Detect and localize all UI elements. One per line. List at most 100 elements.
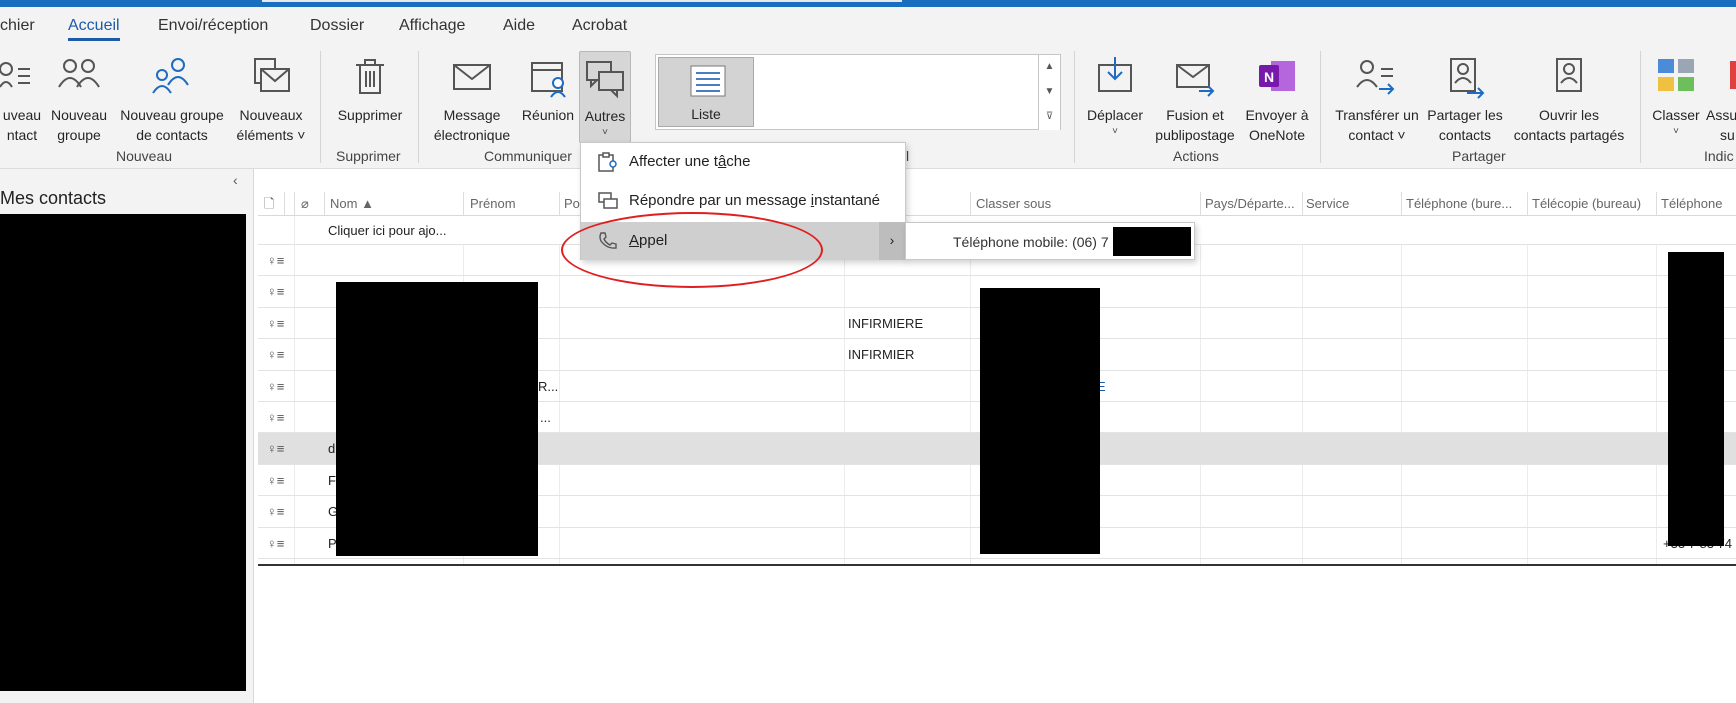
group-indicateurs-label: Indic (1704, 148, 1734, 164)
contact-icon: ♀≡ (267, 472, 285, 488)
column-telephone[interactable]: Téléphone (1661, 196, 1736, 211)
contact-icon: ♀≡ (267, 504, 285, 520)
mail-merge-button[interactable]: Fusion et publipostage (1150, 51, 1240, 147)
phone-icon (599, 232, 617, 249)
instant-message-icon (598, 192, 618, 209)
contact-icon: ♀≡ (267, 315, 285, 331)
new-group-button[interactable]: Nouveau groupe (48, 51, 110, 147)
open-shared-contacts-button[interactable]: Ouvrir les contacts partagés (1508, 51, 1630, 147)
follow-up-button[interactable]: Assu su (1706, 51, 1736, 147)
column-divider (559, 192, 560, 216)
submenu-mobile-phone[interactable]: Téléphone mobile: (06) 7 (953, 234, 1109, 250)
new-contact-button[interactable]: uveau ntact (0, 51, 44, 147)
open-shared-contacts-label-1: Ouvrir les (1539, 107, 1599, 123)
view-list-label: Liste (691, 106, 721, 122)
contact-icon: ♀≡ (267, 347, 285, 363)
column-divider (463, 192, 464, 216)
tab-accueil[interactable]: Accueil (68, 17, 120, 41)
column-prenom[interactable]: Prénom (470, 196, 550, 211)
gallery-scroll-down[interactable]: ▼ (1038, 80, 1060, 105)
folder-title[interactable]: Mes contacts (0, 188, 106, 209)
tab-fichier[interactable]: chier (0, 17, 35, 35)
contact-icon: ♀≡ (267, 284, 285, 300)
new-contact-group-button[interactable]: Nouveau groupe de contacts (116, 51, 228, 147)
share-contacts-label-2: contacts (1438, 127, 1492, 143)
more-label: Autres (584, 108, 626, 124)
gallery-scroll-up[interactable]: ▲ (1038, 55, 1060, 80)
column-telecopie-bureau[interactable]: Télécopie (bureau) (1532, 196, 1652, 211)
ribbon-separator (1074, 51, 1075, 163)
current-view-gallery: Liste ▲ ▼ ⊽ (655, 54, 1061, 130)
open-shared-contacts-label-2: contacts partagés (1513, 127, 1625, 143)
tab-envoi-reception[interactable]: Envoi/réception (158, 17, 268, 35)
group-icon (58, 59, 100, 88)
column-classer-sous[interactable]: Classer sous (976, 196, 1171, 211)
group-partager-label: Partager (1452, 148, 1506, 164)
contact-card-icon (0, 62, 30, 88)
share-contacts-button[interactable]: Partager les contacts (1424, 51, 1506, 147)
attachment-icon[interactable]: ⌀ (301, 196, 309, 212)
column-divider (1302, 192, 1303, 216)
new-items-icon (254, 58, 290, 92)
ribbon-separator (1320, 51, 1321, 163)
list-view-icon (690, 65, 726, 97)
menu-item-assign-task[interactable]: Affecter une tâche (581, 143, 905, 181)
move-button[interactable]: Déplacer ˅ (1080, 51, 1150, 147)
new-contact-label-2: ntact (6, 127, 38, 143)
email-message-label-1: Message (443, 107, 501, 123)
chat-bubbles-icon (586, 61, 624, 99)
tab-acrobat[interactable]: Acrobat (572, 17, 627, 35)
new-contact-label-1: uveau (2, 107, 42, 123)
envelope-icon (453, 64, 491, 90)
contact-icon: ♀≡ (267, 253, 285, 268)
forward-contact-icon (1356, 60, 1395, 95)
column-divider (324, 192, 325, 216)
redacted-area (1113, 227, 1191, 256)
tab-affichage[interactable]: Affichage (399, 17, 465, 35)
tab-dossier[interactable]: Dossier (310, 17, 364, 35)
group-nouveau-label: Nouveau (116, 148, 173, 164)
tab-aide[interactable]: Aide (503, 17, 535, 35)
column-service[interactable]: Service (1306, 196, 1372, 211)
new-group-label-1: Nouveau (50, 107, 108, 123)
meeting-button[interactable]: Réunion (518, 51, 578, 147)
view-list-button[interactable]: Liste (658, 57, 754, 127)
email-message-button[interactable]: Message électronique (428, 51, 516, 147)
send-to-onenote-button[interactable]: N Envoyer à OneNote (1242, 51, 1312, 147)
column-divider (294, 192, 295, 216)
forward-contact-label-1: Transférer un (1335, 107, 1419, 123)
new-items-button[interactable]: Nouveaux éléments ˅ (234, 51, 308, 147)
search-box-edge[interactable] (262, 0, 902, 2)
follow-up-label-2: su (1720, 127, 1735, 143)
column-telephone-bureau[interactable]: Téléphone (bure... (1406, 196, 1526, 211)
share-contacts-label-1: Partager les (1427, 107, 1503, 123)
group-communiquer-label: Communiquer (484, 148, 572, 164)
redacted-area (1668, 252, 1724, 546)
ribbon-separator (1640, 51, 1641, 163)
column-nom[interactable]: Nom ▲ (330, 196, 428, 211)
gallery-expand[interactable]: ⊽ (1038, 105, 1060, 130)
collapse-pane-icon[interactable]: ‹ (233, 172, 238, 188)
follow-up-flag-icon (1730, 61, 1736, 89)
more-button[interactable]: Autres ˅ (579, 51, 631, 143)
delete-button[interactable]: Supprimer (330, 51, 410, 147)
chevron-right-icon: › (879, 222, 905, 260)
column-divider (1200, 192, 1201, 216)
categorize-button[interactable]: Classer ˅ (1648, 51, 1704, 147)
folder-pane: ‹ Mes contacts (0, 169, 254, 703)
forward-contact-button[interactable]: Transférer un contact ˅ (1334, 51, 1420, 147)
cell-nom: F (328, 472, 336, 488)
menu-item-call[interactable]: Appel › (581, 222, 905, 260)
group-view-label-tail: l (906, 148, 910, 164)
column-pays[interactable]: Pays/Départe... (1205, 196, 1299, 211)
column-divider (970, 192, 971, 216)
column-divider (1401, 192, 1402, 216)
new-contact-placeholder[interactable]: Cliquer ici pour ajo... (328, 223, 447, 238)
onenote-icon: N (1259, 61, 1295, 91)
menu-item-reply-im[interactable]: Répondre par un message instantané (581, 182, 905, 220)
email-message-label-2: électronique (433, 127, 511, 143)
item-type-icon[interactable]: 🗋 (264, 195, 274, 217)
follow-up-label-1: Assu (1706, 107, 1736, 123)
mail-merge-icon (1176, 64, 1215, 97)
new-group-label-2: groupe (57, 127, 101, 143)
